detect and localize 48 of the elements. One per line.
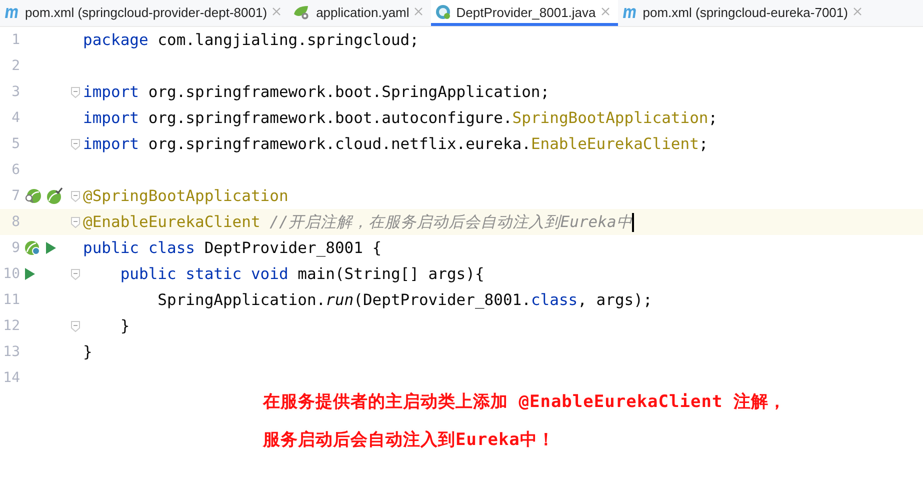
line-number: 4 bbox=[10, 110, 20, 126]
code-line: } bbox=[83, 343, 92, 361]
code-line: public class DeptProvider_8001 { bbox=[83, 239, 382, 257]
fold-marker-icon[interactable] bbox=[71, 320, 80, 332]
fold-marker-icon[interactable] bbox=[71, 216, 80, 228]
close-icon[interactable] bbox=[852, 7, 862, 16]
code-line: } bbox=[119, 317, 130, 335]
line-number: 13 bbox=[2, 344, 20, 360]
close-icon[interactable] bbox=[272, 7, 282, 16]
annotation-note: 服务启动后会自动注入到Eureka中！ bbox=[263, 429, 555, 451]
close-icon[interactable] bbox=[600, 7, 610, 16]
line-number: 8 bbox=[10, 214, 20, 230]
fold-marker-icon[interactable] bbox=[71, 86, 80, 98]
code-line: import org.springframework.boot.SpringApplication; bbox=[83, 83, 550, 101]
code-line: SpringApplication.run(DeptProvider_8001.class, args); bbox=[156, 291, 652, 309]
fold-marker-icon[interactable] bbox=[71, 268, 80, 280]
close-icon[interactable] bbox=[414, 7, 424, 16]
line-number: 9 bbox=[10, 240, 20, 256]
annotation-note: 在服务提供者的主启动类上添加 @EnableEurekaClient 注解， bbox=[263, 391, 786, 413]
line-number: 7 bbox=[10, 188, 20, 204]
class-icon bbox=[435, 4, 452, 20]
fold-marker-icon[interactable] bbox=[71, 190, 80, 202]
file-tab[interactable]: pom.xml (springcloud-eureka-7001) bbox=[618, 0, 870, 26]
line-number: 12 bbox=[2, 318, 20, 334]
code-line: import org.springframework.boot.autoconfigure.SpringBootApplication; bbox=[83, 109, 718, 127]
line-number: 1 bbox=[10, 32, 20, 48]
line-number: 11 bbox=[2, 292, 20, 308]
text-caret bbox=[632, 212, 634, 232]
line-number: 3 bbox=[10, 84, 20, 100]
line-number: 6 bbox=[10, 162, 20, 178]
code-line: package com.langjialing.springcloud; bbox=[83, 31, 419, 49]
file-tab[interactable]: application.yaml bbox=[289, 0, 432, 26]
line-number: 10 bbox=[2, 266, 20, 282]
bean-check-icon[interactable] bbox=[45, 187, 63, 205]
file-tab[interactable]: pom.xml (springcloud-provider-dept-8001) bbox=[0, 0, 290, 26]
line-number: 5 bbox=[10, 136, 20, 152]
line-number: 14 bbox=[2, 370, 20, 386]
run-icon[interactable] bbox=[24, 267, 36, 281]
code-line: import org.springframework.cloud.netflix.eureka.EnableEurekaClient; bbox=[83, 135, 708, 153]
bean-icon[interactable] bbox=[24, 239, 42, 257]
bean-search-icon[interactable] bbox=[24, 187, 42, 205]
file-tab[interactable]: DeptProvider_8001.java bbox=[431, 0, 618, 26]
code-line: @EnableEurekaClient //开启注解，在服务启动后会自动注入到Eureka中 bbox=[83, 212, 632, 232]
fold-marker-icon[interactable] bbox=[71, 138, 80, 150]
code-line: public static void main(String[] args){ bbox=[119, 265, 484, 283]
run-icon[interactable] bbox=[45, 241, 57, 255]
line-number: 2 bbox=[10, 58, 20, 74]
code-line: @SpringBootApplication bbox=[83, 187, 288, 205]
